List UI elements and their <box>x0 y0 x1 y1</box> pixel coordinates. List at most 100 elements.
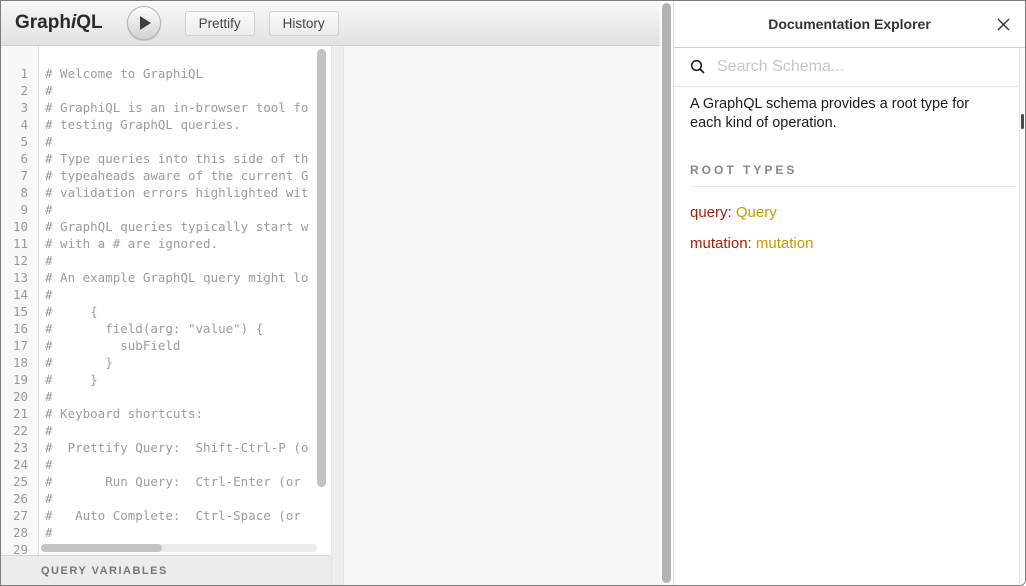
doc-panel-scrollbar <box>1019 49 1025 585</box>
line-number: 26 <box>1 491 38 508</box>
line-number: 28 <box>1 525 38 542</box>
doc-panel-scrollbar-thumb[interactable] <box>1021 114 1024 129</box>
logo-text: Graph <box>15 12 71 33</box>
editor-horizontal-scrollbar[interactable] <box>41 544 317 552</box>
root-types-section-title: ROOT TYPES <box>690 163 1016 187</box>
code-line: # <box>45 83 331 100</box>
code-line: # } <box>45 372 331 389</box>
line-number: 6 <box>1 151 38 168</box>
query-code-area[interactable]: # Welcome to GraphiQL## GraphiQL is an i… <box>39 46 331 555</box>
history-button[interactable]: History <box>269 11 339 36</box>
type-name-link[interactable]: mutation <box>756 235 814 252</box>
code-line: # <box>45 491 331 508</box>
line-number: 29 <box>1 542 38 555</box>
line-number: 10 <box>1 219 38 236</box>
code-line: # <box>45 389 331 406</box>
doc-explorer-title-bar: Documentation Explorer <box>674 1 1025 48</box>
line-number: 23 <box>1 440 38 457</box>
code-line: # GraphiQL is an in-browser tool fo <box>45 100 331 117</box>
line-number: 3 <box>1 100 38 117</box>
code-line: # <box>45 202 331 219</box>
line-number: 1 <box>1 66 38 83</box>
line-number: 21 <box>1 406 38 423</box>
code-line: # validation errors highlighted wit <box>45 185 331 202</box>
field-separator: : <box>748 235 756 252</box>
window-scrollbar-thumb[interactable] <box>662 3 671 583</box>
code-line: # <box>45 287 331 304</box>
code-line: # Run Query: Ctrl-Enter (or <box>45 474 331 491</box>
graphiql-window: GraphiQL Prettify History 12345678910111… <box>0 0 1026 586</box>
line-number: 24 <box>1 457 38 474</box>
close-icon[interactable] <box>994 15 1012 33</box>
logo-text: QL <box>76 12 102 33</box>
line-number: 11 <box>1 236 38 253</box>
code-line: # with a # are ignored. <box>45 236 331 253</box>
code-line: # <box>45 134 331 151</box>
field-name: mutation <box>690 235 748 252</box>
code-line: # <box>45 423 331 440</box>
line-number: 25 <box>1 474 38 491</box>
root-type-item: query: Query <box>690 204 1009 221</box>
line-number: 8 <box>1 185 38 202</box>
line-number: 5 <box>1 134 38 151</box>
doc-explorer-title: Documentation Explorer <box>768 16 931 32</box>
code-line: # field(arg: "value") { <box>45 321 331 338</box>
code-line: # <box>45 253 331 270</box>
toolbar: GraphiQL Prettify History <box>1 1 660 46</box>
root-type-item: mutation: mutation <box>690 235 1009 252</box>
editor-vertical-scrollbar[interactable] <box>317 49 326 487</box>
line-number: 4 <box>1 117 38 134</box>
documentation-explorer-panel: Documentation Explorer A GraphQL schema … <box>673 1 1025 585</box>
doc-content: A GraphQL schema provides a root type fo… <box>674 87 1025 585</box>
type-name-link[interactable]: Query <box>736 204 777 221</box>
query-variables-title: QUERY VARIABLES <box>41 565 168 577</box>
code-line: # Keyboard shortcuts: <box>45 406 331 423</box>
line-number: 13 <box>1 270 38 287</box>
query-editor: 1234567891011121314151617181920212223242… <box>1 46 331 555</box>
code-line: # <box>45 457 331 474</box>
code-line: # GraphQL queries typically start w <box>45 219 331 236</box>
line-number: 27 <box>1 508 38 525</box>
code-line: # Welcome to GraphiQL <box>45 66 331 83</box>
field-separator: : <box>728 204 736 221</box>
line-number: 2 <box>1 83 38 100</box>
code-line: # Type queries into this side of th <box>45 151 331 168</box>
code-line: # subField <box>45 338 331 355</box>
code-line: # <box>45 525 331 542</box>
line-number: 12 <box>1 253 38 270</box>
workspace: 1234567891011121314151617181920212223242… <box>1 46 660 585</box>
graphiql-main: GraphiQL Prettify History 12345678910111… <box>1 1 660 585</box>
prettify-button[interactable]: Prettify <box>185 11 255 36</box>
code-line: # } <box>45 355 331 372</box>
code-line: # typeaheads aware of the current G <box>45 168 331 185</box>
code-line: # Auto Complete: Ctrl-Space (or <box>45 508 331 525</box>
doc-search-row <box>674 48 1025 87</box>
code-line: # { <box>45 304 331 321</box>
line-number: 15 <box>1 304 38 321</box>
line-number: 7 <box>1 168 38 185</box>
field-name: query <box>690 204 728 221</box>
code-line: # An example GraphQL query might lo <box>45 270 331 287</box>
query-variables-bar[interactable]: QUERY VARIABLES <box>1 555 331 585</box>
line-number: 14 <box>1 287 38 304</box>
graphiql-logo: GraphiQL <box>15 12 103 34</box>
line-number-gutter: 1234567891011121314151617181920212223242… <box>1 46 39 555</box>
window-scrollbar <box>660 1 673 585</box>
result-pane <box>344 46 660 585</box>
search-schema-input[interactable] <box>715 57 1009 77</box>
execute-query-button[interactable] <box>127 6 161 40</box>
line-number: 22 <box>1 423 38 440</box>
play-triangle-icon <box>140 16 151 30</box>
code-line: # testing GraphQL queries. <box>45 117 331 134</box>
line-number: 9 <box>1 202 38 219</box>
line-number: 19 <box>1 372 38 389</box>
code-line: # Prettify Query: Shift-Ctrl-P (o <box>45 440 331 457</box>
line-number: 18 <box>1 355 38 372</box>
line-number: 17 <box>1 338 38 355</box>
horizontal-scrollbar-thumb[interactable] <box>41 544 162 552</box>
root-types-list: query: Query mutation: mutation <box>690 204 1009 252</box>
schema-description: A GraphQL schema provides a root type fo… <box>690 95 999 133</box>
line-number: 16 <box>1 321 38 338</box>
pane-resize-divider[interactable] <box>331 46 344 585</box>
search-icon <box>690 59 706 75</box>
